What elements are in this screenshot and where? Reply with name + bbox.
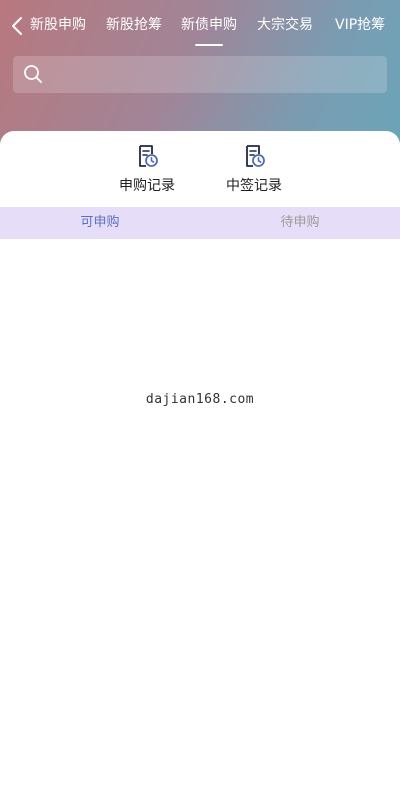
document-clock-icon bbox=[139, 145, 158, 167]
tab-block-trade[interactable]: 大宗交易 bbox=[257, 14, 313, 34]
tab-new-stock-subscription[interactable]: 新股申购 bbox=[30, 14, 86, 34]
subscription-subtabs: 可申购 待申购 bbox=[0, 207, 400, 239]
winning-records-label: 中签记录 bbox=[226, 178, 282, 194]
search-bar bbox=[13, 56, 387, 95]
subtab-available[interactable]: 可申购 bbox=[0, 207, 200, 239]
market-tabs: 新股申购 新股抢筹 新债申购 大宗交易 VIP抢筹 bbox=[30, 0, 400, 48]
subtab-pending[interactable]: 待申购 bbox=[200, 207, 400, 239]
back-button[interactable] bbox=[8, 14, 28, 38]
search-input[interactable] bbox=[53, 56, 377, 95]
watermark-text: dajian168.com bbox=[145, 392, 255, 407]
winning-records-button[interactable]: 中签记录 bbox=[214, 143, 294, 199]
content-panel: 申购记录 中签记录 可申购 待申购 bbox=[0, 131, 400, 800]
chevron-left-icon bbox=[12, 17, 22, 35]
search-icon bbox=[24, 65, 42, 83]
subscription-records-label: 申购记录 bbox=[119, 178, 175, 194]
tab-new-stock-rush[interactable]: 新股抢筹 bbox=[106, 14, 162, 34]
document-clock-icon bbox=[246, 145, 265, 167]
top-navigation-bar: 新股申购 新股抢筹 新债申购 大宗交易 VIP抢筹 bbox=[0, 0, 400, 48]
tab-new-bond-subscription[interactable]: 新债申购 bbox=[181, 14, 237, 34]
tab-vip-rush[interactable]: VIP抢筹 bbox=[335, 14, 385, 34]
subscription-records-button[interactable]: 申购记录 bbox=[107, 143, 187, 199]
